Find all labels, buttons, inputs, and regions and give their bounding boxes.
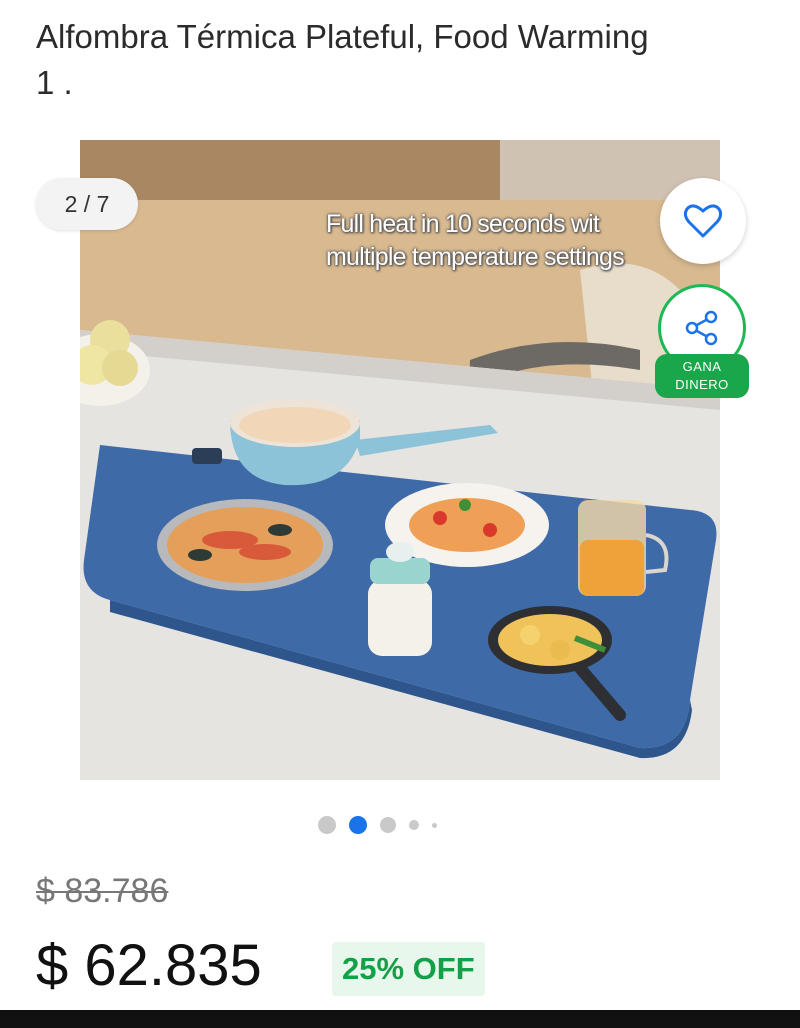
carousel-pagination <box>318 813 450 837</box>
pagination-dot-4[interactable] <box>409 820 419 830</box>
original-price: $ 83.786 <box>36 872 169 910</box>
heart-icon <box>683 204 723 238</box>
image-counter-badge: 2 / 7 <box>36 178 138 230</box>
pagination-dot-1[interactable] <box>318 816 336 834</box>
earn-label-line-2: DINERO <box>675 377 729 392</box>
product-title: Alfombra Térmica Plateful, Food Warming … <box>36 14 776 106</box>
discount-badge: 25% OFF <box>332 942 485 996</box>
image-caption-line-1: Full heat in 10 seconds wit <box>326 210 600 238</box>
system-navigation-bar <box>0 1010 800 1028</box>
earn-label-line-1: GANA <box>682 359 722 374</box>
image-caption-line-2: multiple temperature settings <box>326 243 625 271</box>
image-caption: Full heat in 10 seconds wit multiple tem… <box>326 208 706 274</box>
pagination-dot-2[interactable] <box>349 816 367 834</box>
share-icon <box>685 310 718 346</box>
earn-money-badge[interactable]: GANA DINERO <box>655 354 749 398</box>
pagination-dot-5[interactable] <box>432 822 437 828</box>
product-title-line-2: 1 . <box>36 64 73 101</box>
favorite-button[interactable] <box>660 178 746 264</box>
current-price: $ 62.835 <box>36 933 262 998</box>
product-title-line-1: Alfombra Térmica Plateful, Food Warming <box>36 18 649 55</box>
pagination-dot-3[interactable] <box>380 817 396 833</box>
